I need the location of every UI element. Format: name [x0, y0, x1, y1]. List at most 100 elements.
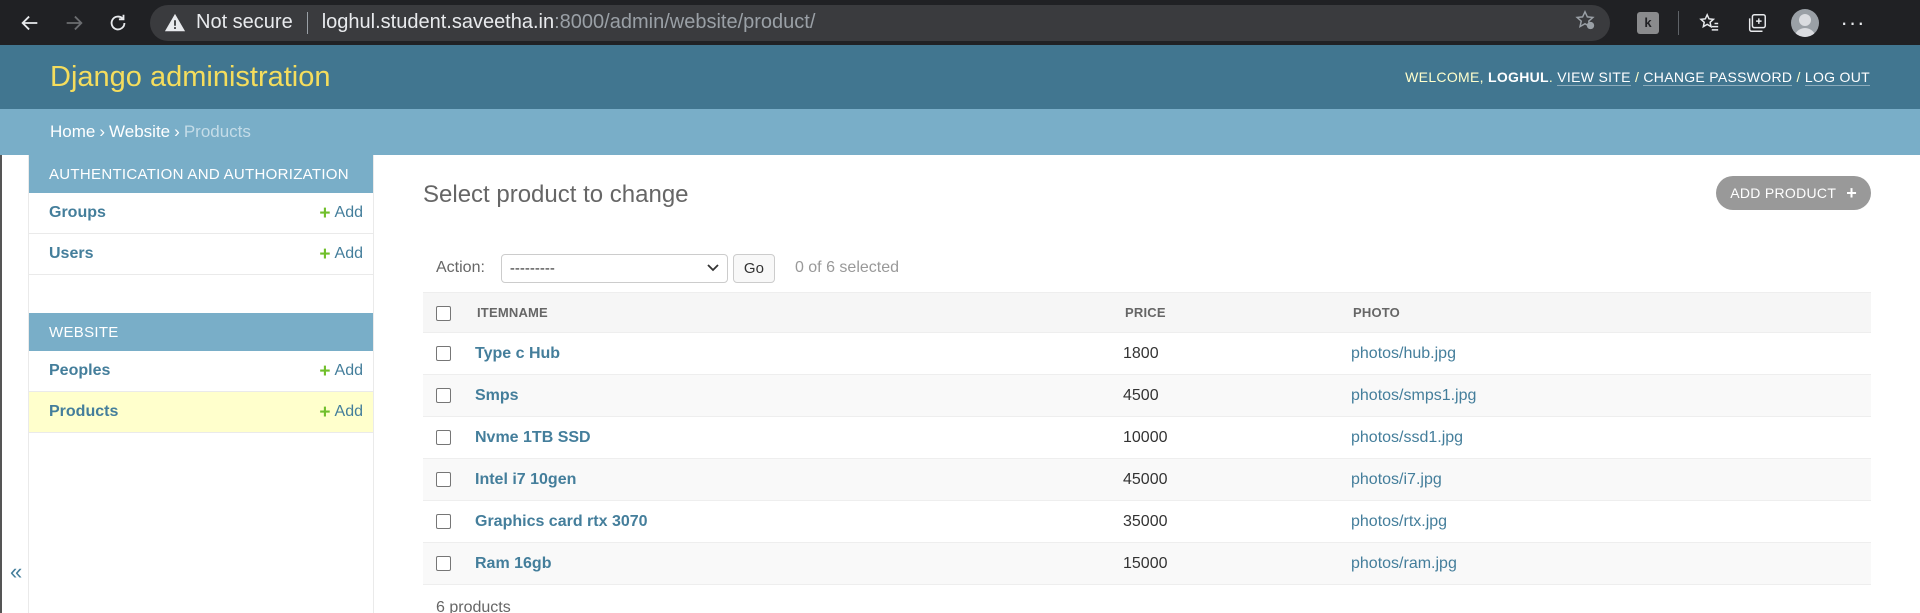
reload-button[interactable]	[98, 3, 138, 43]
price-cell: 15000	[1123, 554, 1168, 572]
price-cell: 45000	[1123, 470, 1168, 488]
item-link[interactable]: Ram 16gb	[475, 555, 551, 572]
row-checkbox[interactable]	[436, 471, 451, 487]
extension-button[interactable]: k	[1628, 3, 1668, 43]
admin-header: Django administration Welcome, loghul. V…	[0, 45, 1920, 109]
user-tools: Welcome, loghul. View site / Change pass…	[1405, 69, 1870, 86]
extension-icon: k	[1637, 11, 1659, 34]
plus-icon: +	[319, 360, 331, 382]
view-site-link[interactable]: View site	[1557, 69, 1631, 86]
browser-toolbar: Not secure loghul.student.saveetha.in:80…	[0, 0, 1920, 45]
security-indicator[interactable]: Not secure	[164, 11, 293, 34]
plus-icon: +	[319, 202, 331, 224]
arrow-left-icon	[21, 15, 38, 30]
add-user-link[interactable]: + Add	[319, 245, 363, 264]
row-checkbox[interactable]	[436, 555, 451, 571]
breadcrumb-current: Products	[183, 122, 251, 141]
site-title[interactable]: Django administration	[50, 61, 330, 94]
back-button[interactable]	[10, 3, 50, 43]
column-itemname[interactable]: Itemname	[475, 292, 1123, 333]
favorite-button[interactable]	[1574, 9, 1596, 37]
price-cell: 4500	[1123, 386, 1159, 404]
username: loghul	[1488, 69, 1549, 85]
collapse-icon: «	[10, 559, 23, 584]
reload-icon	[110, 14, 126, 30]
row-checkbox[interactable]	[436, 345, 451, 361]
sidebar-item-groups[interactable]: Groups + Add	[29, 193, 373, 234]
photo-link[interactable]: photos/ssd1.jpg	[1351, 429, 1463, 446]
add-product-link[interactable]: + Add	[319, 403, 363, 422]
photo-link[interactable]: photos/hub.jpg	[1351, 345, 1456, 362]
row-checkbox[interactable]	[436, 387, 451, 403]
table-row: Nvme 1TB SSD 10000 photos/ssd1.jpg	[423, 416, 1871, 459]
warning-icon	[164, 13, 186, 31]
url-path: :8000/admin/website/product/	[554, 11, 816, 33]
more-icon: ···	[1840, 9, 1866, 35]
photo-link[interactable]: photos/smps1.jpg	[1351, 387, 1476, 404]
url-separator	[306, 11, 308, 34]
sidebar-item-label[interactable]: Users	[49, 245, 93, 263]
select-all-checkbox[interactable]	[436, 305, 451, 321]
add-group-link[interactable]: + Add	[319, 204, 363, 223]
breadcrumb-home[interactable]: Home	[50, 122, 95, 142]
favorites-list-icon	[1699, 12, 1719, 31]
action-bar: Action: --------- Go 0 of 6 selected	[423, 246, 1871, 290]
item-link[interactable]: Graphics card rtx 3070	[475, 513, 648, 530]
row-checkbox[interactable]	[436, 429, 451, 445]
security-label: Not secure	[196, 11, 293, 33]
column-price[interactable]: Price	[1123, 292, 1351, 333]
item-link[interactable]: Smps	[475, 387, 519, 404]
photo-link[interactable]: photos/rtx.jpg	[1351, 513, 1447, 530]
star-add-icon	[1575, 9, 1595, 29]
row-checkbox[interactable]	[436, 513, 451, 529]
sidebar-item-label[interactable]: Groups	[49, 204, 106, 222]
page-title: Select product to change	[423, 181, 689, 208]
sidebar-item-peoples[interactable]: Peoples + Add	[29, 351, 373, 392]
module-auth-caption[interactable]: Authentication and Authorization	[29, 155, 373, 193]
collections-icon	[1748, 13, 1766, 32]
forward-button[interactable]	[54, 3, 94, 43]
table-header-row: Itemname Price Photo	[423, 292, 1871, 333]
item-link[interactable]: Nvme 1TB SSD	[475, 429, 591, 446]
action-select[interactable]: ---------	[500, 253, 728, 283]
go-button[interactable]: Go	[732, 253, 775, 283]
nav-sidebar-toggle[interactable]: «	[0, 155, 29, 613]
item-link[interactable]: Type c Hub	[475, 345, 560, 362]
item-link[interactable]: Intel i7 10gen	[475, 471, 576, 488]
price-cell: 10000	[1123, 428, 1168, 446]
avatar-icon	[1791, 8, 1819, 37]
column-photo[interactable]: Photo	[1351, 292, 1871, 333]
chevron-down-icon	[707, 264, 719, 272]
selection-counter: 0 of 6 selected	[794, 259, 900, 276]
collections-button[interactable]	[1737, 3, 1777, 43]
favorites-button[interactable]	[1689, 3, 1729, 43]
photo-link[interactable]: photos/i7.jpg	[1351, 471, 1442, 488]
table-row: Smps 4500 photos/smps1.jpg	[423, 374, 1871, 417]
price-cell: 1800	[1123, 344, 1159, 362]
results-table: Itemname Price Photo Type c Hub 1800 pho…	[423, 292, 1871, 585]
sidebar-item-label[interactable]: Peoples	[49, 362, 110, 380]
add-people-link[interactable]: + Add	[319, 362, 363, 381]
plus-icon: +	[319, 243, 331, 265]
address-bar[interactable]: Not secure loghul.student.saveetha.in:80…	[150, 4, 1610, 41]
breadcrumb-website[interactable]: Website	[109, 122, 170, 142]
arrow-right-icon	[66, 15, 83, 30]
photo-link[interactable]: photos/ram.jpg	[1351, 555, 1457, 572]
module-website-caption[interactable]: Website	[29, 313, 373, 351]
sidebar-item-products[interactable]: Products + Add	[29, 392, 373, 433]
table-row: Ram 16gb 15000 photos/ram.jpg	[423, 542, 1871, 585]
menu-button[interactable]: ···	[1833, 3, 1873, 43]
table-row: Type c Hub 1800 photos/hub.jpg	[423, 332, 1871, 375]
plus-icon: +	[1846, 182, 1857, 203]
sidebar-item-users[interactable]: Users + Add	[29, 234, 373, 275]
sidebar-item-label[interactable]: Products	[49, 403, 118, 421]
add-product-button[interactable]: Add product +	[1716, 176, 1871, 210]
change-password-link[interactable]: Change password	[1643, 69, 1793, 86]
paginator: 6 products	[436, 599, 511, 613]
breadcrumb: Home › Website › Products	[0, 109, 1920, 155]
nav-sidebar: Authentication and Authorization Groups …	[29, 155, 374, 613]
table-row: Graphics card rtx 3070 35000 photos/rtx.…	[423, 500, 1871, 543]
log-out-link[interactable]: Log out	[1804, 69, 1870, 86]
table-row: Intel i7 10gen 45000 photos/i7.jpg	[423, 458, 1871, 501]
profile-button[interactable]	[1785, 3, 1825, 43]
